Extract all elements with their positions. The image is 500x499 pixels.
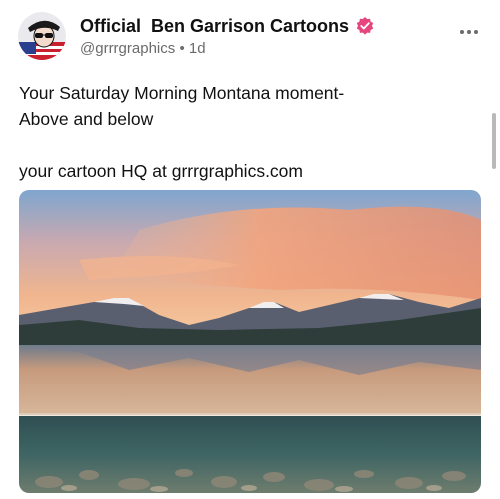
more-options-icon[interactable] (458, 24, 480, 34)
post-card: Official Ben Garrison Cartoons @grrrgrap… (0, 0, 500, 499)
scrollbar-thumb[interactable] (492, 113, 496, 169)
author-display-name[interactable]: Official Ben Garrison Cartoons (80, 16, 349, 37)
post-time[interactable]: 1d (189, 40, 206, 57)
post-header: Official Ben Garrison Cartoons @grrrgrap… (80, 14, 450, 57)
author-meta: @grrrgraphics • 1d (80, 40, 450, 57)
post-body-blank-line (19, 132, 470, 158)
post-photo[interactable] (19, 190, 481, 493)
author-avatar[interactable] (18, 12, 66, 60)
post-body-line: Above and below (19, 109, 154, 129)
meta-separator: • (179, 40, 185, 57)
author-name-row: Official Ben Garrison Cartoons (80, 14, 450, 38)
author-handle[interactable]: @grrrgraphics (80, 40, 175, 57)
post-body-line: Your Saturday Morning Montana moment- (19, 83, 345, 103)
post-body: Your Saturday Morning Montana moment- Ab… (19, 80, 470, 184)
verified-badge-icon (355, 16, 375, 36)
post-body-line: your cartoon HQ at grrrgraphics.com (19, 161, 303, 181)
